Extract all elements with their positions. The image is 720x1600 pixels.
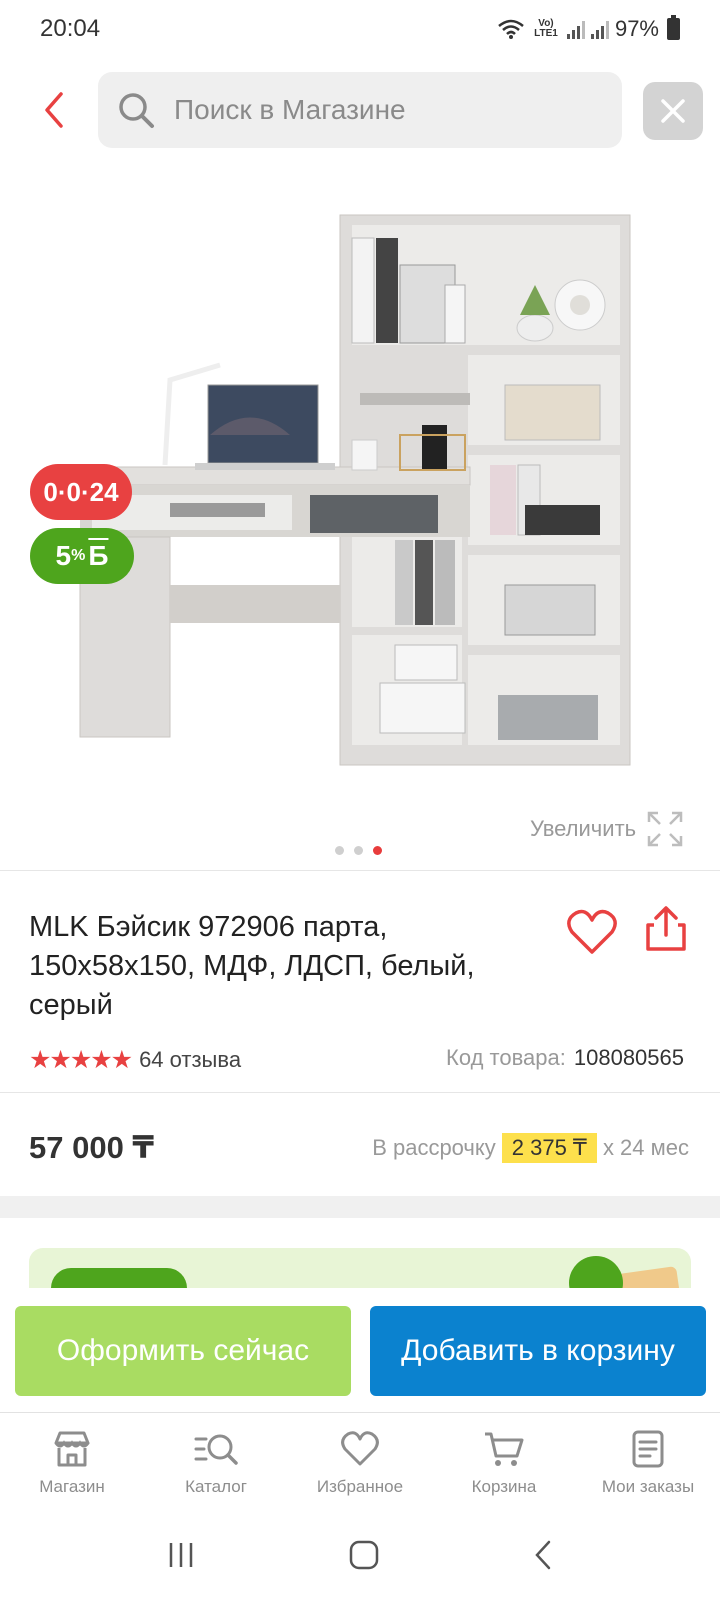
search-input[interactable]: Поиск в Магазине	[98, 72, 622, 148]
sku: Код товара: 108080565	[446, 1045, 684, 1071]
divider	[0, 870, 720, 871]
installment-prefix: В рассрочку	[372, 1135, 496, 1160]
heart-icon	[567, 909, 617, 954]
sku-label: Код товара:	[446, 1045, 566, 1070]
price: 57 000 ₸	[29, 1130, 154, 1165]
home-icon[interactable]	[347, 1538, 381, 1572]
status-time: 20:04	[40, 15, 101, 42]
desk-illustration	[79, 214, 631, 766]
cart-icon	[482, 1427, 526, 1471]
status-bar: 20:04 Vo) LTE1 97%	[0, 0, 720, 58]
lte-indicator: Vo) LTE1	[534, 18, 558, 39]
battery-percent: 97%	[614, 16, 659, 41]
installment-amount: 2 375 ₸	[501, 1133, 597, 1163]
share-icon	[646, 906, 686, 951]
nav-label-cart: Корзина	[471, 1477, 537, 1496]
nav-item-orders[interactable]: Мои заказы	[576, 1413, 720, 1510]
zoom-label: Увеличить	[530, 816, 637, 841]
buy-now-button[interactable]: Оформить сейчас	[15, 1306, 351, 1396]
recent-apps-icon[interactable]	[165, 1540, 197, 1570]
installment-badge: 0·0·24	[30, 464, 132, 520]
nav-item-catalog[interactable]: Каталог	[144, 1413, 288, 1510]
clear-search-button[interactable]	[643, 82, 703, 140]
promo-icon	[569, 1256, 623, 1288]
installment-info[interactable]: В рассрочку 2 375 ₸ х 24 мес	[372, 1133, 689, 1163]
bonus-percent: 5	[55, 540, 72, 571]
image-pager	[335, 846, 382, 855]
search-placeholder: Поиск в Магазине	[174, 94, 406, 125]
search-icon	[119, 93, 154, 128]
orders-icon	[626, 1427, 670, 1471]
heart-icon	[338, 1427, 382, 1471]
system-nav-bar	[0, 1510, 720, 1600]
reviews-link[interactable]: 64 отзыва	[139, 1047, 241, 1073]
system-back-icon[interactable]	[531, 1538, 555, 1572]
promo-button	[51, 1268, 187, 1288]
bonus-symbol: Б	[88, 540, 109, 571]
nav-item-shop[interactable]: Магазин	[0, 1413, 144, 1510]
nav-label-favorites: Избранное	[316, 1477, 404, 1496]
pager-dot[interactable]	[335, 846, 344, 855]
chevron-left-icon	[45, 92, 63, 128]
close-icon	[661, 99, 685, 123]
sku-value: 108080565	[573, 1045, 684, 1070]
nav-item-cart[interactable]: Корзина	[432, 1413, 576, 1510]
signal-icon	[566, 19, 585, 39]
price-row: 57 000 ₸ В рассрочку 2 375 ₸ х 24 мес	[29, 1130, 689, 1166]
product-title: MLK Бэйсик 972906 парта, 150х58х150, МДФ…	[29, 911, 475, 1021]
nav-label-shop: Магазин	[39, 1477, 105, 1496]
bonus-badge: 5% Б	[30, 528, 134, 584]
shop-icon	[50, 1427, 94, 1471]
section-separator	[0, 1196, 720, 1218]
battery-icon	[667, 15, 680, 40]
divider	[0, 1092, 720, 1093]
rating-row[interactable]: ★★★★★ 64 отзыва	[29, 1045, 241, 1075]
nav-label-catalog: Каталог	[185, 1477, 247, 1496]
nav-item-favorites[interactable]: Избранное	[288, 1413, 432, 1510]
installment-suffix: х 24 мес	[602, 1135, 689, 1160]
catalog-search-icon	[194, 1427, 238, 1471]
wifi-icon	[498, 19, 524, 39]
bottom-nav: Магазин Каталог Избранное Корзина Мои за…	[0, 1412, 720, 1510]
back-button[interactable]	[28, 84, 80, 136]
promo-decoration	[616, 1266, 682, 1288]
search-header: Поиск в Магазине	[0, 70, 720, 150]
add-to-cart-button[interactable]: Добавить в корзину	[370, 1306, 706, 1396]
pager-dot[interactable]	[354, 846, 363, 855]
rating-stars: ★★★★★	[29, 1046, 133, 1074]
share-button[interactable]	[644, 905, 688, 953]
zoom-link[interactable]: Увеличить	[530, 810, 684, 848]
promo-banner[interactable]	[29, 1248, 691, 1288]
action-bar: Оформить сейчас Добавить в корзину	[0, 1290, 720, 1400]
product-image[interactable]	[70, 205, 670, 795]
bonus-percent-sign: %	[71, 547, 86, 564]
status-indicators: Vo) LTE1 97%	[497, 15, 680, 42]
nav-label-orders: Мои заказы	[601, 1477, 695, 1496]
expand-icon	[647, 811, 683, 847]
pager-dot-active[interactable]	[373, 846, 382, 855]
signal-icon-2	[590, 19, 609, 39]
favorite-button[interactable]	[566, 908, 618, 956]
